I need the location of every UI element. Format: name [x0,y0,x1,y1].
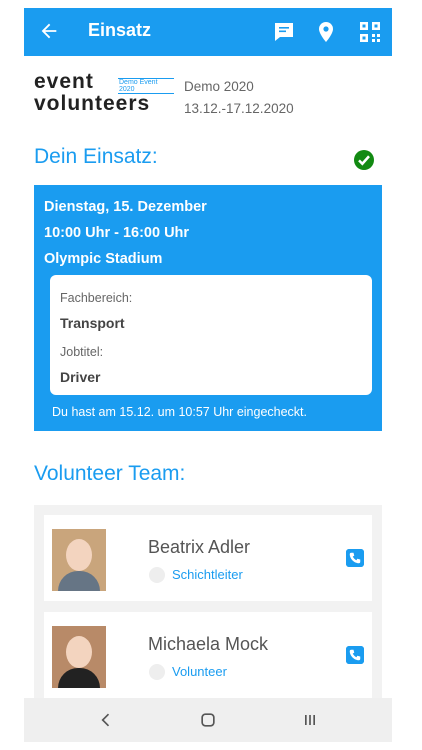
status-dot [149,567,165,583]
member-role: Volunteer [172,664,227,679]
event-meta: Demo 2020 13.12.-17.12.2020 [184,76,294,120]
nav-recent-icon[interactable] [300,710,320,730]
team-member[interactable]: Beatrix Adler Schichtleiter [44,515,372,601]
member-name: Michaela Mock [148,634,269,654]
jobtitel-label: Jobtitel: [60,345,104,359]
checkin-status: Du hast am 15.12. um 10:57 Uhr eingechec… [52,405,308,419]
assignment-time: 10:00 Uhr - 16:00 Uhr [44,225,190,241]
member-name: Beatrix Adler [148,537,251,557]
logo-word-event: event [34,70,94,93]
jobtitel-value: Driver [60,369,101,385]
system-nav-bar [24,698,392,742]
chat-bubble-icon[interactable] [272,20,296,44]
avatar [52,626,106,688]
phone-icon[interactable] [346,549,364,567]
map-pin-icon[interactable] [314,20,338,44]
event-volunteers-logo: event Demo Event 2020 volunteers [34,70,174,115]
assignment-date: Dienstag, 15. Dezember [44,199,207,215]
assignment-location: Olympic Stadium [44,251,163,267]
assignment-card[interactable]: Dienstag, 15. Dezember 10:00 Uhr - 16:00… [34,185,382,431]
nav-back-icon[interactable] [96,710,116,730]
fachbereich-label: Fachbereich: [60,291,133,305]
avatar [52,529,106,591]
app-frame: Einsatz event Demo Event 2020 volunteers… [24,0,392,750]
team-member[interactable]: Michaela Mock Volunteer [44,612,372,698]
assignment-details: Fachbereich: Transport Jobtitel: Driver [50,275,372,395]
event-name: Demo 2020 [184,79,254,94]
nav-home-icon[interactable] [198,710,218,730]
section-title-team: Volunteer Team: [34,462,186,485]
qr-code-icon[interactable] [358,20,382,44]
section-title-einsatz: Dein Einsatz: [34,145,158,168]
arrow-left-icon[interactable] [38,20,60,42]
logo-word-volunteers: volunteers [34,92,151,115]
fachbereich-value: Transport [60,315,125,331]
event-header: event Demo Event 2020 volunteers Demo 20… [34,70,384,120]
app-bar: Einsatz [24,8,392,56]
page-title: Einsatz [88,20,152,40]
event-dates: 13.12.-17.12.2020 [184,101,294,116]
member-role: Schichtleiter [172,567,243,582]
status-dot [149,664,165,680]
check-circle-icon [354,150,374,170]
phone-icon[interactable] [346,646,364,664]
